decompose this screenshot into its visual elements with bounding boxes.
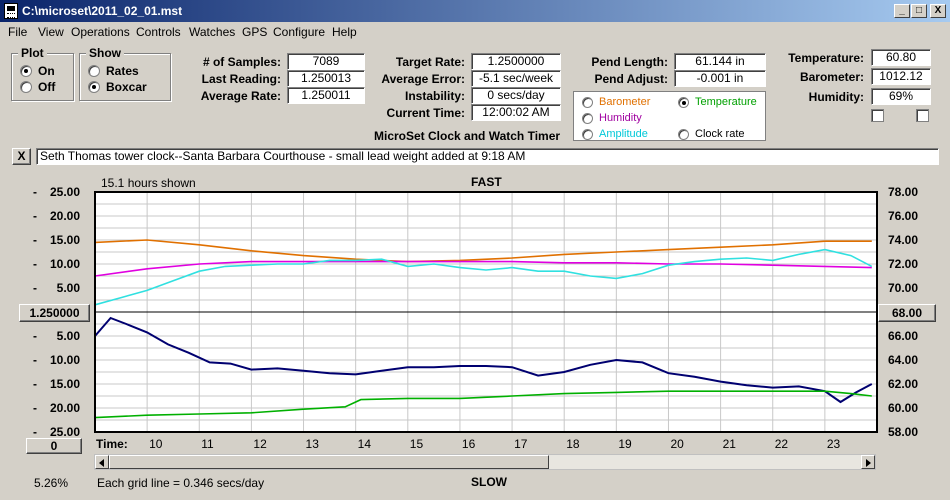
left-tick-dash: - <box>33 329 37 343</box>
x-tick-label: 21 <box>722 437 736 451</box>
x-tick-label: 14 <box>357 437 372 451</box>
left-tick-dash: - <box>33 257 37 271</box>
x-tick-label: 23 <box>826 437 841 451</box>
scroll-right-arrow-icon[interactable] <box>861 455 875 469</box>
x-tick-label: 19 <box>618 437 632 451</box>
left-tick-dash: - <box>33 185 37 199</box>
left-tick-label: 5.00 <box>56 329 80 343</box>
x-tick-label: 12 <box>253 437 267 451</box>
left-tick-label: 15.00 <box>49 233 80 247</box>
x-axis-title: Time: <box>96 437 128 451</box>
left-tick-dash: - <box>33 377 37 391</box>
x-tick-label: 15 <box>409 437 424 451</box>
right-tick-label: 78.00 <box>888 185 919 199</box>
slow-label: SLOW <box>471 475 507 489</box>
x-tick-label: 22 <box>774 437 789 451</box>
right-tick-label: 66.00 <box>888 329 919 343</box>
right-scale-button[interactable]: 68.00 <box>878 304 936 322</box>
left-tick-dash: - <box>33 281 37 295</box>
left-tick-label: 20.00 <box>49 401 80 415</box>
x-tick-label: 18 <box>566 437 580 451</box>
time-scrollbar[interactable] <box>94 454 876 470</box>
rate-chart[interactable] <box>0 0 950 500</box>
left-tick-label: 5.00 <box>56 281 80 295</box>
right-tick-label: 62.00 <box>888 377 919 391</box>
right-tick-label: 58.00 <box>888 425 919 439</box>
left-tick-dash: - <box>33 401 37 415</box>
percent-text: 5.26% <box>34 476 69 490</box>
right-tick-label: 74.00 <box>888 233 919 247</box>
left-tick-label: 25.00 <box>49 185 80 199</box>
scroll-thumb[interactable] <box>109 455 549 469</box>
right-tick-label: 76.00 <box>888 209 919 223</box>
center-rate-button[interactable]: 1.250000 <box>19 304 90 322</box>
right-tick-label: 60.00 <box>888 401 919 415</box>
left-tick-label: 20.00 <box>49 209 80 223</box>
x-tick-label: 10 <box>149 437 163 451</box>
x-tick-label: 20 <box>670 437 684 451</box>
left-tick-label: 25.00 <box>49 425 80 439</box>
left-tick-dash: - <box>33 209 37 223</box>
right-tick-label: 72.00 <box>888 257 919 271</box>
x-tick-label: 13 <box>305 437 319 451</box>
left-tick-label: 15.00 <box>49 377 80 391</box>
right-tick-label: 64.00 <box>888 353 919 367</box>
zero-button[interactable]: 0 <box>26 438 82 454</box>
grid-info-text: Each grid line = 0.346 secs/day <box>97 476 265 490</box>
left-tick-dash: - <box>33 233 37 247</box>
x-tick-label: 16 <box>461 437 476 451</box>
left-tick-label: 10.00 <box>49 257 80 271</box>
scroll-left-arrow-icon[interactable] <box>95 455 109 469</box>
left-tick-dash: - <box>33 353 37 367</box>
left-tick-label: 10.00 <box>49 353 80 367</box>
right-tick-label: 70.00 <box>888 281 919 295</box>
x-tick-label: 11 <box>201 437 214 451</box>
left-tick-dash: - <box>33 425 37 439</box>
x-tick-label: 17 <box>514 437 528 451</box>
